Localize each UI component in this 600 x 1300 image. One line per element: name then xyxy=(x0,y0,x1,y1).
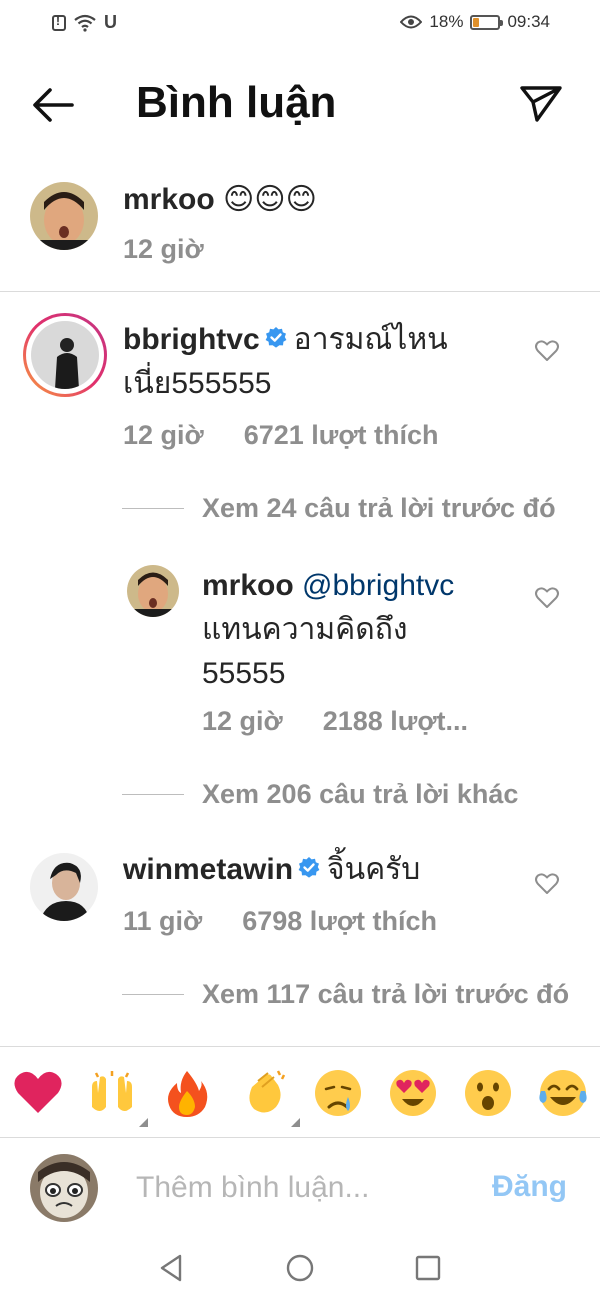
direct-send-icon[interactable] xyxy=(516,78,566,128)
emoji-quick-bar xyxy=(0,1046,600,1138)
battery-icon xyxy=(470,14,504,30)
reply-text-line2: 55555 xyxy=(202,657,286,690)
system-nav-bar xyxy=(0,1236,600,1300)
comment-text: อารมณ์ไหน xyxy=(293,323,448,356)
comment-time: 11 giờ xyxy=(123,906,203,936)
verified-badge-icon xyxy=(298,857,320,878)
fire-emoji[interactable] xyxy=(161,1067,213,1119)
comment-likes[interactable]: 6721 lượt thích xyxy=(244,420,439,451)
nav-recents-icon[interactable] xyxy=(412,1252,444,1284)
caption-time: 12 giờ xyxy=(123,234,204,264)
avatar[interactable] xyxy=(30,853,98,921)
avatar[interactable] xyxy=(30,182,98,250)
divider-line xyxy=(122,794,184,795)
sim-alert-icon xyxy=(52,14,66,31)
page-title: Bình luận xyxy=(136,78,337,127)
battery-percent: 18% xyxy=(429,12,464,31)
comment-username[interactable]: bbrightvc xyxy=(123,323,260,356)
skin-tone-indicator xyxy=(139,1118,148,1127)
caption-text: 😊😊😊 xyxy=(223,183,317,216)
post-button[interactable]: Đăng xyxy=(492,1170,567,1204)
avatar-story-ring[interactable] xyxy=(23,313,107,397)
reply-likes[interactable]: 2188 lượt... xyxy=(323,706,468,737)
heart-eyes-emoji[interactable] xyxy=(387,1067,439,1119)
caption-username[interactable]: mrkoo xyxy=(123,183,215,216)
view-more-replies-label: Xem 206 câu trả lời khác xyxy=(202,779,519,809)
comment-text: จิ้นครับ xyxy=(327,853,421,886)
comment-text-line2: เนี่ย555555 xyxy=(123,367,272,400)
comment-time: 12 giờ xyxy=(123,420,204,450)
view-replies-label: Xem 117 câu trả lời trước đó xyxy=(202,979,570,1009)
view-more-replies-button[interactable]: Xem 206 câu trả lời khác xyxy=(122,779,518,810)
reply-time: 12 giờ xyxy=(202,706,283,736)
surprised-face-emoji[interactable] xyxy=(462,1067,514,1119)
status-bar: U 18% 09:34 xyxy=(0,0,600,46)
divider-line xyxy=(122,508,184,509)
reply-text: แทนความคิดถึง xyxy=(202,613,408,646)
divider-line xyxy=(122,994,184,995)
header: Bình luận xyxy=(0,60,600,150)
view-replies-label: Xem 24 câu trả lời trước đó xyxy=(202,493,556,523)
eye-icon xyxy=(400,15,423,29)
wifi-icon xyxy=(74,14,96,32)
view-replies-button[interactable]: Xem 24 câu trả lời trước đó xyxy=(122,493,556,524)
reply-username[interactable]: mrkoo xyxy=(202,569,294,602)
comment-likes[interactable]: 6798 lượt thích xyxy=(242,906,437,937)
crying-face-emoji[interactable] xyxy=(312,1067,364,1119)
tears-of-joy-emoji[interactable] xyxy=(537,1067,589,1119)
comment-input[interactable] xyxy=(136,1166,466,1210)
current-user-avatar xyxy=(30,1154,98,1222)
nav-back-icon[interactable] xyxy=(156,1252,188,1284)
clapping-hands-emoji[interactable] xyxy=(238,1067,300,1127)
skin-tone-indicator xyxy=(291,1118,300,1127)
comment-composer: Đăng xyxy=(0,1140,600,1236)
post-caption: mrkoo 😊😊😊 12 giờ xyxy=(0,160,600,292)
like-heart-icon[interactable] xyxy=(534,338,560,364)
reply-mention-link[interactable]: @bbrightvc xyxy=(302,569,454,602)
nav-home-icon[interactable] xyxy=(284,1252,316,1284)
like-heart-icon[interactable] xyxy=(534,871,560,897)
verified-badge-icon xyxy=(265,327,287,348)
red-heart-emoji[interactable] xyxy=(12,1067,64,1119)
avatar[interactable] xyxy=(127,565,179,617)
view-replies-button[interactable]: Xem 117 câu trả lời trước đó xyxy=(122,979,569,1010)
u-icon: U xyxy=(104,12,117,32)
back-arrow-icon[interactable] xyxy=(28,82,78,128)
raising-hands-emoji[interactable] xyxy=(86,1067,148,1127)
comment-username[interactable]: winmetawin xyxy=(123,853,293,886)
clock: 09:34 xyxy=(507,12,550,31)
like-heart-icon[interactable] xyxy=(534,585,560,611)
